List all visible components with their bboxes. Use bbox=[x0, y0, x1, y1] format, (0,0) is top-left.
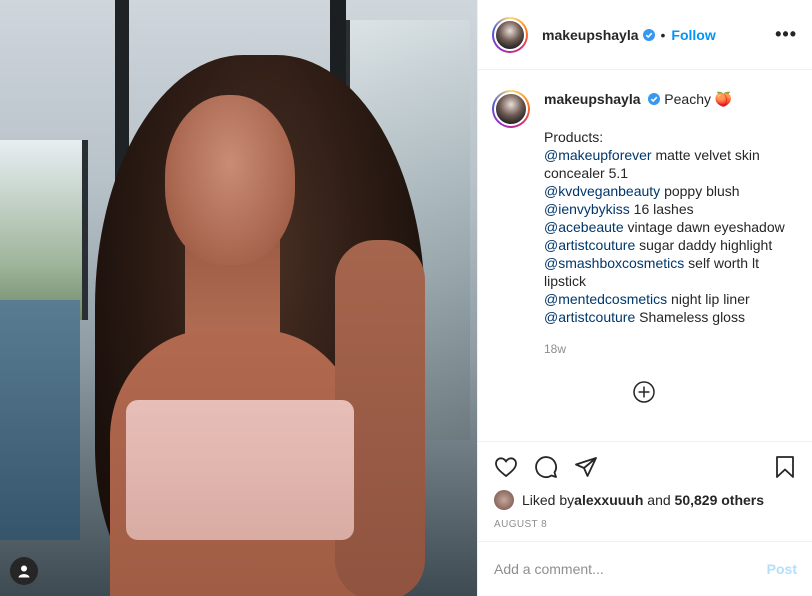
product-line: @artistcouture Shameless gloss bbox=[544, 308, 794, 326]
products-heading: Products: bbox=[544, 129, 604, 145]
post-age[interactable]: 18w bbox=[544, 340, 794, 358]
mention-link[interactable]: @artistcouture bbox=[544, 309, 635, 325]
bookmark-icon[interactable] bbox=[773, 455, 797, 479]
product-text: night lip liner bbox=[667, 291, 750, 307]
sofa bbox=[0, 300, 80, 540]
follow-button[interactable]: Follow bbox=[671, 27, 715, 43]
product-line: @mentedcosmetics night lip liner bbox=[544, 290, 794, 308]
likes-summary: Liked by alexxuuuh and 50,829 others bbox=[494, 490, 797, 510]
mention-link[interactable]: @mentedcosmetics bbox=[544, 291, 667, 307]
post-date[interactable]: AUGUST 8 bbox=[494, 519, 547, 530]
load-more-comments-icon[interactable] bbox=[633, 381, 655, 403]
avatar[interactable] bbox=[492, 90, 530, 128]
comment-icon[interactable] bbox=[534, 455, 558, 479]
likes-count-link[interactable]: 50,829 others bbox=[675, 492, 765, 508]
liked-by-and: and bbox=[643, 492, 675, 508]
comment-bar: Add a comment... Post bbox=[478, 541, 812, 596]
caption-title: Peachy 🍑 bbox=[664, 91, 733, 107]
avatar[interactable] bbox=[492, 16, 528, 53]
product-line: @artistcouture sugar daddy highlight bbox=[544, 236, 794, 254]
separator-dot: • bbox=[660, 26, 666, 43]
mention-link[interactable]: @kvdveganbeauty bbox=[544, 183, 660, 199]
product-text: Shameless gloss bbox=[635, 309, 745, 325]
verified-badge-icon bbox=[648, 93, 661, 105]
post-side-panel: makeupshayla • Follow ••• makeupshayla P… bbox=[477, 0, 812, 596]
product-line: @acebeaute vintage dawn eyeshadow bbox=[544, 218, 794, 236]
share-icon[interactable] bbox=[574, 455, 598, 479]
liked-by-label: Liked by bbox=[522, 492, 575, 508]
background-window bbox=[0, 140, 88, 320]
heart-icon[interactable] bbox=[494, 455, 518, 479]
comment-input[interactable]: Add a comment... bbox=[494, 561, 604, 577]
product-text: 16 lashes bbox=[629, 201, 694, 217]
product-text: vintage dawn eyeshadow bbox=[623, 219, 785, 235]
caption-username-link[interactable]: makeupshayla bbox=[544, 91, 641, 107]
post-comment-button[interactable]: Post bbox=[767, 561, 797, 577]
mention-link[interactable]: @acebeaute bbox=[544, 219, 624, 235]
liker-username-link[interactable]: alexxuuuh bbox=[574, 492, 643, 508]
post-header: makeupshayla • Follow ••• bbox=[478, 0, 812, 70]
verified-badge-icon bbox=[642, 28, 655, 41]
post-photo[interactable] bbox=[0, 0, 477, 596]
caption: makeupshayla Peachy 🍑 Products: @makeupf… bbox=[478, 70, 812, 358]
product-text: sugar daddy highlight bbox=[635, 237, 773, 253]
mention-link[interactable]: @smashboxcosmetics bbox=[544, 255, 684, 271]
caption-body: makeupshayla Peachy 🍑 Products: @makeupf… bbox=[544, 90, 794, 358]
tagged-user-icon[interactable] bbox=[10, 557, 38, 585]
action-bar: Liked by alexxuuuh and 50,829 others bbox=[478, 441, 812, 511]
product-line: @ienvybykiss 16 lashes bbox=[544, 200, 794, 218]
mention-link[interactable]: @ienvybykiss bbox=[544, 201, 630, 217]
product-line: @smashboxcosmetics self worth lt lipstic… bbox=[544, 254, 794, 290]
mention-link[interactable]: @makeupforever bbox=[544, 147, 652, 163]
product-line: @kvdveganbeauty poppy blush bbox=[544, 182, 794, 200]
product-text: poppy blush bbox=[660, 183, 740, 199]
product-line: @makeupforever matte velvet skin conceal… bbox=[544, 146, 794, 182]
mention-link[interactable]: @artistcouture bbox=[544, 237, 635, 253]
liker-avatar[interactable] bbox=[494, 490, 514, 510]
user-icon bbox=[18, 565, 30, 578]
person-face bbox=[165, 95, 295, 265]
username-link[interactable]: makeupshayla bbox=[542, 27, 639, 43]
more-options-icon[interactable]: ••• bbox=[775, 24, 797, 45]
pink-top bbox=[126, 400, 354, 540]
